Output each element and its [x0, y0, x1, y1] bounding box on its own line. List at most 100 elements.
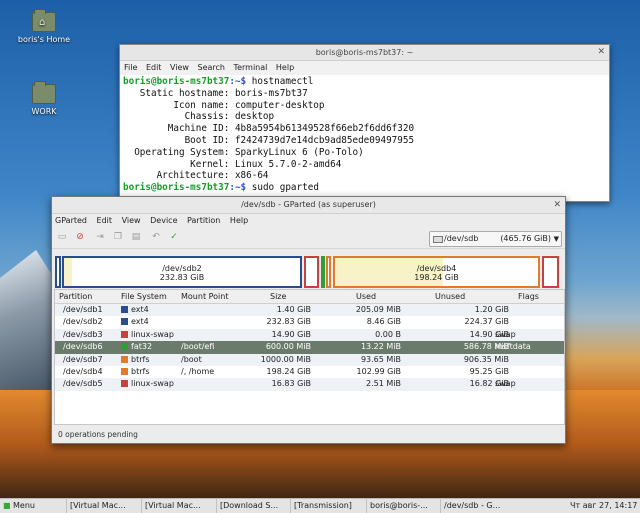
- delete-icon[interactable]: ⊘: [73, 231, 87, 244]
- task-button[interactable]: [Virtual Mac...: [66, 499, 126, 513]
- map-partition-sdb4[interactable]: /dev/sdb4 198.24 GiB: [333, 256, 540, 288]
- cell-partition: /dev/sdb1: [63, 305, 103, 314]
- cell-partition: /dev/sdb5: [63, 379, 103, 389]
- table-row[interactable]: /dev/sdb1 ext4 1.40 GiB 205.09 MiB 1.20 GiB: [55, 304, 564, 317]
- command-text: sudo gparted: [251, 182, 319, 194]
- copy-icon[interactable]: ❐: [111, 231, 125, 244]
- cell-used: 205.09 MiB: [355, 305, 401, 314]
- gparted-window[interactable]: /dev/sdb - GParted (as superuser) ✕ GPar…: [51, 196, 566, 444]
- filesystem-label: ext4: [131, 317, 149, 327]
- apply-icon[interactable]: ✓: [167, 231, 181, 244]
- paste-icon[interactable]: ▤: [129, 231, 143, 244]
- gparted-titlebar[interactable]: /dev/sdb - GParted (as superuser) ✕: [52, 197, 565, 214]
- disk-map: /dev/sdb2 232.83 GiB /dev/sdb4 198.24 GiB: [52, 252, 565, 290]
- output-line: Icon name: computer-desktop: [123, 99, 325, 111]
- device-size: (465.76 GiB): [500, 234, 551, 243]
- map-partition-sdb5[interactable]: [542, 256, 559, 288]
- terminal-window[interactable]: boris@boris-ms7bt37: ~ ✕ File Edit View …: [119, 44, 610, 202]
- table-row[interactable]: /dev/sdb2 ext4 232.83 GiB 8.46 GiB 224.37 Gi…: [55, 316, 564, 328]
- terminal-output[interactable]: boris@boris-ms7bt37:~$ hostnamectl Stati…: [120, 75, 609, 195]
- menu-button[interactable]: Menu: [13, 499, 35, 513]
- desktop-icon-label: WORK: [31, 107, 57, 116]
- device-name: /dev/sdb: [444, 234, 479, 243]
- col-size[interactable]: Size: [270, 290, 286, 303]
- new-partition-icon[interactable]: ▭: [55, 231, 69, 244]
- table-row[interactable]: /dev/sdb6 fat32/boot/efi 600.00 MiB 13.22 M…: [55, 341, 564, 354]
- close-icon[interactable]: ✕: [597, 45, 605, 60]
- col-mount-point[interactable]: Mount Point: [181, 290, 228, 303]
- filesystem-label: fat32: [131, 342, 153, 352]
- menu-edit[interactable]: Edit: [146, 63, 162, 72]
- task-button[interactable]: [Transmission]: [290, 499, 352, 513]
- output-line: Kernel: Linux 5.7.0-2-amd64: [123, 158, 342, 170]
- table-row[interactable]: /dev/sdb7 btrfs/boot 1000.00 MiB 93.65 MiB 9…: [55, 353, 564, 366]
- task-button[interactable]: [Download S...: [216, 499, 278, 513]
- terminal-menubar: File Edit View Search Terminal Help: [120, 61, 609, 75]
- menu-gparted[interactable]: GParted: [55, 216, 87, 225]
- undo-icon[interactable]: ↶: [149, 231, 163, 244]
- terminal-titlebar[interactable]: boris@boris-ms7bt37: ~ ✕: [120, 45, 609, 61]
- menu-view[interactable]: View: [170, 63, 189, 72]
- cell-unused: 224.37 GiB: [464, 317, 509, 327]
- col-filesystem[interactable]: File System: [121, 290, 167, 303]
- menu-partition[interactable]: Partition: [187, 216, 220, 225]
- menu-search[interactable]: Search: [198, 63, 225, 72]
- col-flags[interactable]: Flags: [518, 290, 539, 303]
- menu-view[interactable]: View: [122, 216, 141, 225]
- task-button[interactable]: /dev/sdb - G...: [440, 499, 500, 513]
- filesystem-color-swatch: [121, 330, 128, 338]
- close-icon[interactable]: ✕: [553, 197, 561, 213]
- map-partition-sdb3[interactable]: [304, 256, 319, 288]
- col-used[interactable]: Used: [356, 290, 376, 303]
- filesystem-label: linux-swap: [131, 329, 174, 339]
- menu-file[interactable]: File: [124, 63, 137, 72]
- desktop-icon-work[interactable]: WORK: [14, 81, 74, 116]
- menu-edit[interactable]: Edit: [97, 216, 113, 225]
- cell-filesystem: btrfs: [121, 354, 150, 366]
- cell-flags: swap: [495, 379, 516, 389]
- clock[interactable]: Чт авг 27, 14:17: [570, 499, 637, 513]
- map-partition-sdb6[interactable]: [321, 256, 325, 288]
- menu-help[interactable]: Help: [230, 216, 248, 225]
- menu-help[interactable]: Help: [276, 63, 294, 72]
- cell-size: 1000.00 MiB: [260, 354, 311, 364]
- gparted-menubar: GParted Edit View Device Partition Help: [52, 214, 565, 228]
- desktop-icon-home[interactable]: ⌂ boris's Home: [14, 9, 74, 44]
- menu-icon[interactable]: ■: [3, 499, 11, 513]
- col-partition[interactable]: Partition: [59, 290, 92, 303]
- cell-unused: 906.35 MiB: [463, 354, 509, 364]
- device-selector[interactable]: /dev/sdb (465.76 GiB) ▼: [429, 231, 562, 247]
- table-body: /dev/sdb1 ext4 1.40 GiB 205.09 MiB 1.20 GiB /…: [55, 304, 564, 391]
- folder-icon: [32, 81, 56, 104]
- map-partition-sdb2[interactable]: /dev/sdb2 232.83 GiB: [62, 256, 302, 288]
- cell-partition: /dev/sdb2: [63, 317, 103, 327]
- map-partition-sdb7[interactable]: [326, 256, 331, 288]
- cell-size: 16.83 GiB: [271, 379, 311, 389]
- table-row[interactable]: /dev/sdb3 linux-swap 14.90 GiB 0.00 B 14.90 …: [55, 328, 564, 342]
- table-row[interactable]: /dev/sdb5 linux-swap 16.83 GiB 2.51 MiB 16.8…: [55, 378, 564, 391]
- filesystem-label: ext4: [131, 305, 149, 314]
- cell-filesystem: linux-swap: [121, 329, 174, 341]
- gparted-title: /dev/sdb - GParted (as superuser): [241, 200, 376, 209]
- menu-terminal[interactable]: Terminal: [234, 63, 268, 72]
- status-text: 0 operations pending: [58, 430, 138, 439]
- cell-filesystem: linux-swap: [121, 378, 174, 390]
- menu-device[interactable]: Device: [150, 216, 177, 225]
- filesystem-color-swatch: [121, 318, 128, 326]
- col-unused[interactable]: Unused: [435, 290, 465, 303]
- resize-icon[interactable]: ⇥: [93, 231, 107, 244]
- task-button[interactable]: boris@boris-...: [366, 499, 428, 513]
- table-row[interactable]: /dev/sdb4 btrfs /, /home 198.24 GiB 102.99 G…: [55, 366, 564, 378]
- cell-flags: swap: [495, 329, 516, 339]
- cell-filesystem: ext4: [121, 304, 149, 316]
- map-partition-sdb1[interactable]: [55, 256, 61, 288]
- prompt-path: :~$: [229, 76, 252, 87]
- partition-table[interactable]: Partition File System Mount Point Size U…: [54, 289, 565, 425]
- desktop-icon-label: boris's Home: [17, 35, 71, 44]
- task-button[interactable]: [Virtual Mac...: [141, 499, 201, 513]
- cell-filesystem: ext4: [121, 316, 149, 328]
- filesystem-label: btrfs: [131, 366, 150, 376]
- cell-filesystem: fat32: [121, 341, 152, 353]
- filesystem-color-swatch: [121, 306, 128, 313]
- cell-used: 102.99 GiB: [356, 366, 401, 376]
